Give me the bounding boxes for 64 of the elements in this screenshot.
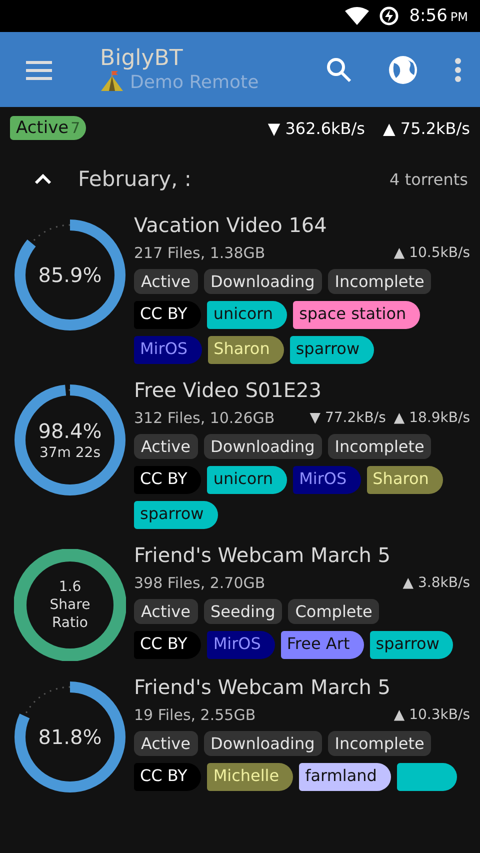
ring-label: 37m 22s: [39, 444, 100, 462]
state-tag: Active: [134, 434, 198, 459]
upload-rate: ▲ 10.5kB/s: [394, 245, 470, 261]
app-title: BiglyBT: [100, 46, 184, 71]
caret-icon[interactable]: [34, 173, 52, 185]
state-tag: Downloading: [204, 269, 322, 294]
group-title: February, :: [78, 167, 192, 191]
clock: 8:56 PM: [409, 6, 468, 26]
tag: space station: [293, 301, 420, 329]
ring-label: 1.6: [58, 578, 82, 596]
ring-label: 81.8%: [38, 724, 102, 750]
tag: CC BY: [134, 301, 202, 329]
tag: sparrow: [134, 501, 218, 529]
upload-rate: ▲ 18.9kB/s: [394, 410, 470, 426]
state-tag: Seeding: [204, 599, 282, 624]
upload-speed: ▲ 75.2kB/s: [383, 118, 470, 138]
ring-label: Ratio: [52, 614, 88, 632]
download-rate: ▼ 77.2kB/s: [310, 410, 386, 426]
download-speed: ▼ 362.6kB/s: [268, 118, 366, 138]
file-info: 217 Files, 1.38GB: [134, 244, 266, 262]
tag: CC BY: [134, 763, 202, 791]
tag: Sharon: [208, 336, 284, 364]
more-icon[interactable]: [454, 58, 462, 82]
ring-label: 98.4%: [38, 418, 102, 444]
tag: MirOS: [134, 336, 202, 364]
tag: CC BY: [134, 631, 202, 659]
state-tag: Active: [134, 599, 198, 624]
tag: CC BY: [134, 466, 202, 494]
wifi-icon: [345, 7, 370, 25]
state-tag: Active: [134, 731, 198, 756]
upload-rate: ▲ 10.3kB/s: [394, 707, 470, 723]
tag: MirOS: [293, 466, 361, 494]
tag: sparrow: [290, 336, 374, 364]
state-tag: Incomplete: [328, 731, 432, 756]
state-tag: Incomplete: [328, 434, 432, 459]
state-tag: Complete: [288, 599, 380, 624]
state-tag: Incomplete: [328, 269, 432, 294]
tag: Sharon: [366, 466, 443, 494]
file-info: 398 Files, 2.70GB: [134, 574, 266, 592]
state-tag: Active: [134, 269, 198, 294]
tag: sparrow: [370, 631, 454, 659]
torrent-name: Friend's Webcam March 5: [134, 543, 392, 567]
tag: MirOS: [207, 631, 275, 659]
ring-label: Share: [50, 596, 90, 614]
charging-icon: [379, 6, 400, 26]
ring-label: 85.9%: [38, 262, 102, 288]
tag: unicorn: [207, 301, 288, 329]
file-info: 19 Files, 2.55GB: [134, 706, 257, 724]
state-tag: Downloading: [204, 434, 322, 459]
menu-icon[interactable]: [26, 60, 52, 80]
tag: unicorn: [207, 466, 288, 494]
file-info: 312 Files, 10.26GB: [134, 409, 276, 427]
tag: farmland: [299, 763, 391, 791]
subtitle: Demo Remote: [130, 72, 259, 92]
torrent-name: Vacation Video 164: [134, 213, 328, 237]
torrent-name: Friend's Webcam March 5: [134, 675, 392, 699]
tag: Michelle: [207, 763, 294, 791]
state-tag: Downloading: [204, 731, 322, 756]
filter-chip[interactable]: Active 7: [10, 116, 86, 140]
group-count: 4 torrents: [390, 170, 468, 188]
tag: Free Art: [280, 631, 364, 659]
upload-rate: ▲ 3.8kB/s: [402, 575, 470, 591]
torrent-name: Free Video S01E23: [134, 378, 322, 402]
tent-icon: [100, 71, 124, 93]
